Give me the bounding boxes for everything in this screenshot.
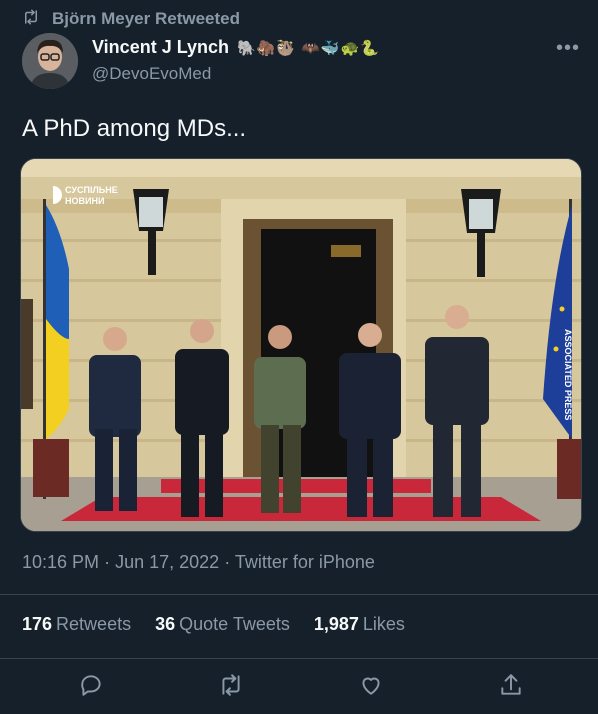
meta-separator: · bbox=[104, 552, 111, 572]
tweet-author: Vincent J Lynch 🐘🦣🦥 🦇🐳🐢🐍 @DevoEvoMed ••• bbox=[22, 33, 580, 93]
photo-scene: СУСПІЛЬНЕ НОВИНИ ASSOCIATED PRESS bbox=[21, 159, 581, 531]
photo-watermark-line2: НОВИНИ bbox=[65, 196, 104, 206]
photo-watermark-line1: СУСПІЛЬНЕ bbox=[65, 185, 118, 195]
quote-tweets-stat[interactable]: 36 Quote Tweets bbox=[155, 614, 290, 635]
tweet-photo[interactable]: СУСПІЛЬНЕ НОВИНИ ASSOCIATED PRESS bbox=[20, 158, 582, 532]
tweet-actions bbox=[0, 660, 598, 714]
tweet-source[interactable]: Twitter for iPhone bbox=[235, 552, 375, 572]
tweet-date[interactable]: Jun 17, 2022 bbox=[115, 552, 219, 572]
retweet-text: Björn Meyer Retweeted bbox=[52, 9, 240, 28]
retweet-action-icon[interactable] bbox=[218, 672, 246, 700]
like-icon[interactable] bbox=[358, 672, 386, 700]
retweet-icon bbox=[22, 8, 52, 31]
meta-separator: · bbox=[224, 552, 231, 572]
share-icon[interactable] bbox=[498, 672, 526, 700]
tweet-meta: 10:16 PM · Jun 17, 2022 · Twitter for iP… bbox=[22, 552, 375, 573]
retweet-indicator[interactable]: Björn Meyer Retweeted bbox=[22, 8, 240, 30]
tweet-text: A PhD among MDs... bbox=[22, 115, 247, 142]
likes-stat[interactable]: 1,987 Likes bbox=[314, 614, 405, 635]
more-options-icon[interactable]: ••• bbox=[556, 37, 580, 60]
author-display-name[interactable]: Vincent J Lynch bbox=[92, 37, 229, 58]
divider bbox=[0, 594, 598, 595]
author-names: Vincent J Lynch 🐘🦣🦥 🦇🐳🐢🐍 @DevoEvoMed bbox=[92, 37, 380, 84]
tweet-time[interactable]: 10:16 PM bbox=[22, 552, 99, 572]
author-handle[interactable]: @DevoEvoMed bbox=[92, 64, 380, 84]
reply-icon[interactable] bbox=[78, 672, 106, 700]
photo-credit: ASSOCIATED PRESS bbox=[563, 329, 573, 420]
author-emojis: 🐘🦣🦥 🦇🐳🐢🐍 bbox=[237, 39, 380, 57]
avatar[interactable] bbox=[22, 33, 78, 89]
divider bbox=[0, 658, 598, 659]
retweets-stat[interactable]: 176 Retweets bbox=[22, 614, 131, 635]
tweet-stats: 176 Retweets 36 Quote Tweets 1,987 Likes bbox=[22, 614, 405, 635]
